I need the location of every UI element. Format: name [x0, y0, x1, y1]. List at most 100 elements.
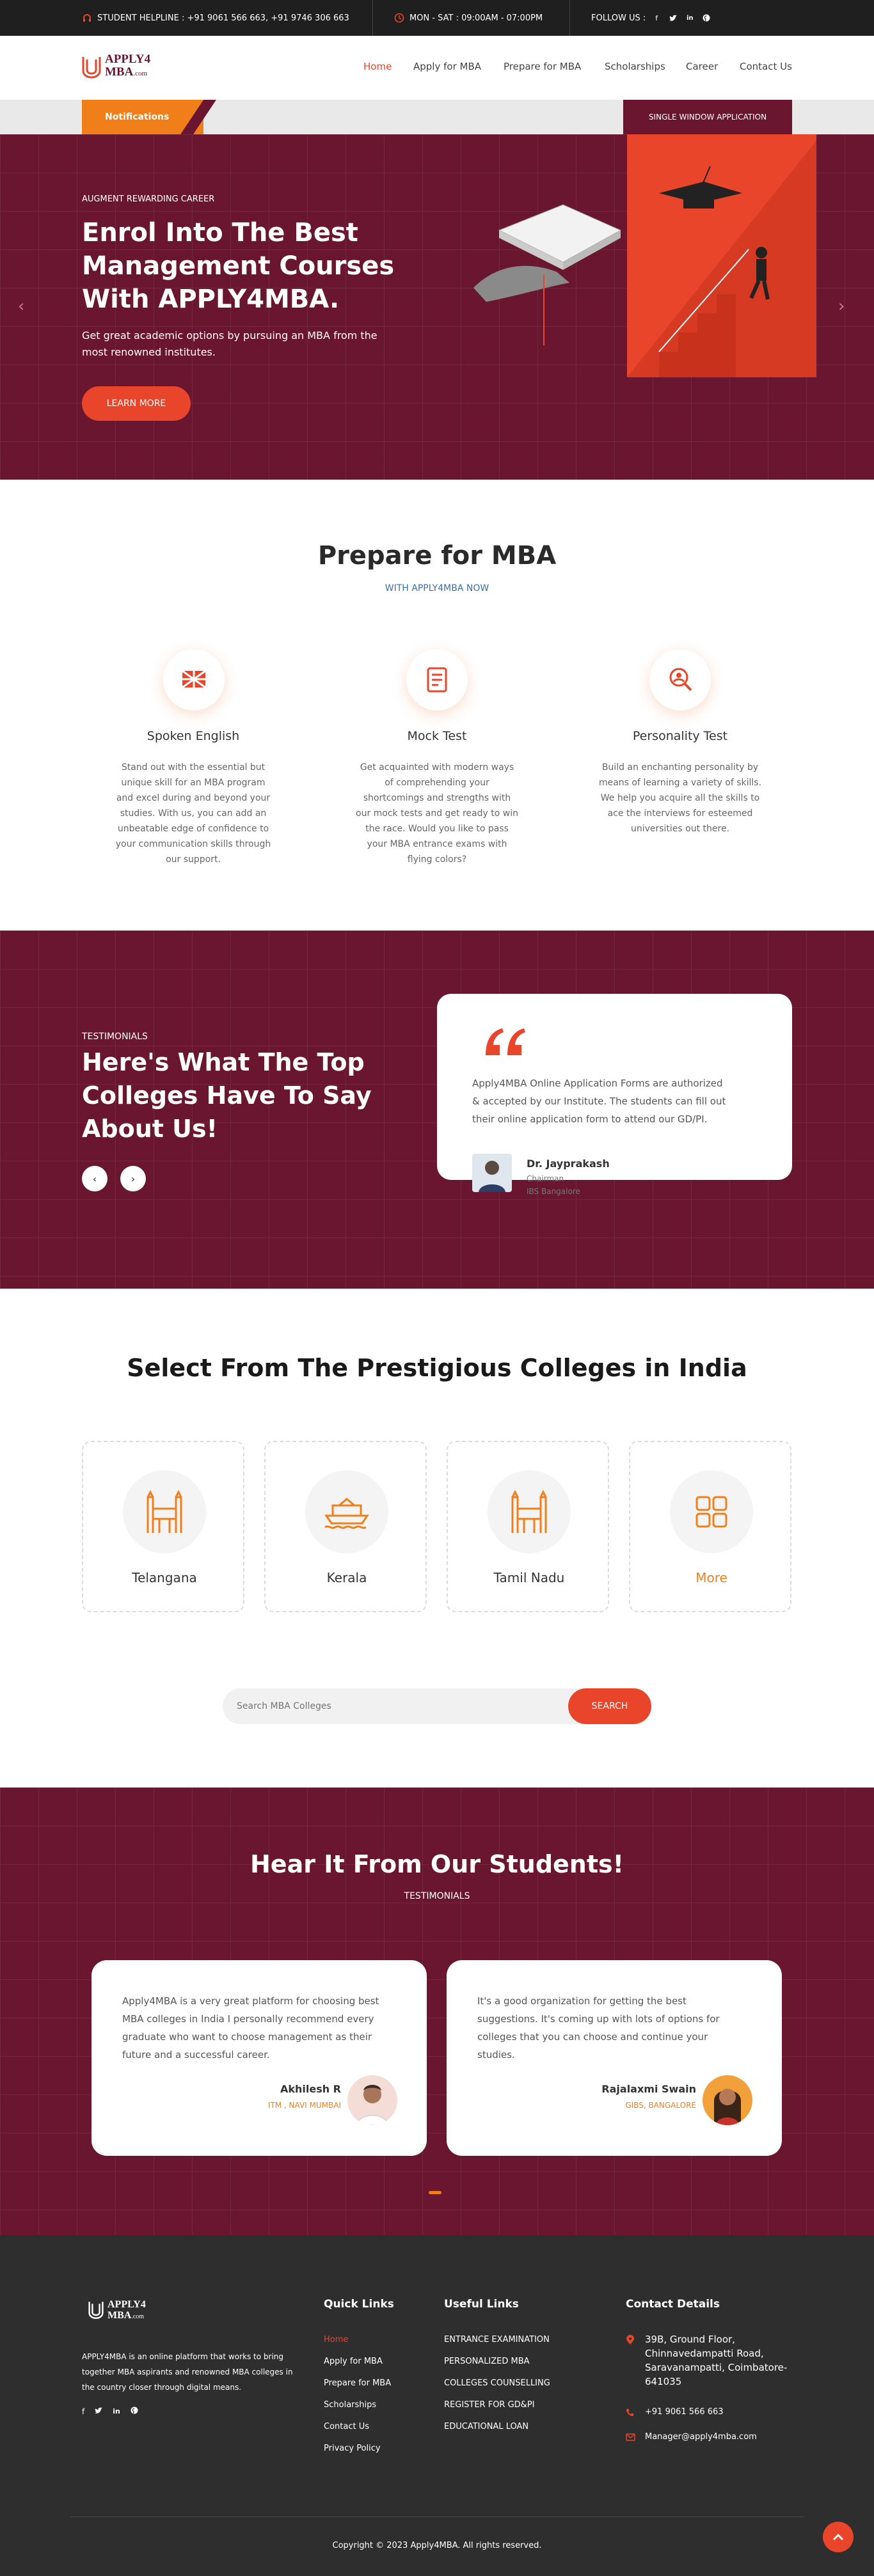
- hours-text: MON - SAT : 09:00AM - 07:00PM: [409, 13, 543, 23]
- footer-link[interactable]: Prepare for MBA: [324, 2378, 391, 2388]
- clock-icon: [394, 13, 404, 23]
- pinterest-icon[interactable]: [131, 2407, 138, 2416]
- footer-link[interactable]: REGISTER FOR GD&PI: [444, 2400, 535, 2410]
- hero-prev-arrow[interactable]: ‹: [18, 297, 24, 316]
- contact-email[interactable]: Manager@apply4mba.com: [645, 2432, 757, 2442]
- carousel-dot-active[interactable]: [429, 2191, 441, 2194]
- testimonial-quote: Apply4MBA Online Application Forms are a…: [472, 1074, 767, 1128]
- facebook-icon[interactable]: f: [651, 12, 662, 24]
- headset-icon: [83, 14, 91, 22]
- logo-text: APPLY4 MBA.com: [105, 53, 150, 80]
- about-line: APPLY4MBA is an online platform that wor…: [82, 2352, 283, 2361]
- student-review-card: Apply4MBA is a very great platform for c…: [91, 1960, 427, 2156]
- avatar: [703, 2075, 752, 2125]
- footer-link[interactable]: Scholarships: [324, 2400, 376, 2410]
- card-text-line: Stand out with the essential but: [121, 762, 266, 773]
- spoken-english-icon: [163, 649, 225, 711]
- card-text-line: Get acquainted with modern ways: [360, 762, 514, 773]
- nav-apply[interactable]: Apply for MBA: [413, 61, 481, 72]
- card-text-line: Build an enchanting personality by: [601, 762, 759, 773]
- twitter-icon[interactable]: [95, 2407, 103, 2416]
- nav-home[interactable]: Home: [363, 61, 392, 72]
- footer-link[interactable]: COLLEGES COUNSELLING: [444, 2378, 550, 2388]
- logo-line2: MBA: [105, 65, 134, 79]
- hero-title: Enrol Into The Best Management Courses W…: [82, 216, 466, 316]
- hero-title-line: Management Courses: [82, 251, 395, 281]
- footer-link[interactable]: Contact Us: [324, 2422, 369, 2431]
- search-input[interactable]: [237, 1688, 518, 1724]
- mock-test-icon: [406, 649, 468, 711]
- college-name: More: [695, 1570, 727, 1585]
- single-window-button[interactable]: SINGLE WINDOW APPLICATION: [623, 100, 792, 134]
- copyright: Copyright © 2023 Apply4MBA. All rights r…: [332, 2541, 542, 2550]
- reviewer-org: ITM , NAVI MUMBAI: [267, 2101, 341, 2110]
- address-line: Saravanampatti, Coimbatore-: [645, 2362, 788, 2373]
- testimonials-eyebrow: TESTIMONIALS: [82, 1032, 148, 1042]
- logo-suffix: .com: [133, 70, 148, 77]
- address-line: 39B, Ground Floor,: [645, 2334, 735, 2345]
- footer-link[interactable]: PERSONALIZED MBA: [444, 2357, 530, 2366]
- card-text-line: our support.: [166, 854, 221, 865]
- quote-icon: [486, 1028, 525, 1055]
- logo[interactable]: APPLY4 MBA.com: [82, 53, 178, 85]
- footer-link[interactable]: Home: [324, 2335, 348, 2344]
- testimonials-section: TESTIMONIALS Here's What The Top College…: [0, 931, 874, 1289]
- nav-contact[interactable]: Contact Us: [740, 61, 792, 72]
- testimonial-prev-button[interactable]: ‹: [82, 1166, 107, 1191]
- card-text-line: universities out there.: [630, 824, 730, 834]
- notification-strip: Notifications SINGLE WINDOW APPLICATION: [0, 100, 874, 134]
- nav-scholarships[interactable]: Scholarships: [605, 61, 665, 72]
- hero-title-line: With APPLY4MBA.: [82, 285, 340, 314]
- quote-line: Apply4MBA Online Application Forms are a…: [472, 1078, 723, 1089]
- follow-label: FOLLOW US :: [591, 13, 646, 23]
- linkedin-icon[interactable]: in: [113, 2407, 120, 2415]
- college-name: Tamil Nadu: [493, 1570, 565, 1585]
- linkedin-icon[interactable]: in: [684, 12, 695, 24]
- card-text-line: unbeatable edge of confidence to: [117, 824, 269, 834]
- card-title: Mock Test: [407, 729, 467, 743]
- footer-link[interactable]: EDUCATIONAL LOAN: [444, 2422, 528, 2431]
- top-bar: STUDENT HELPLINE : +91 9061 566 663, +91…: [0, 0, 874, 36]
- chevron-up-icon: [832, 2533, 844, 2541]
- testimonial-next-button[interactable]: ›: [120, 1166, 146, 1191]
- temple-icon: [488, 1470, 571, 1553]
- college-card-more[interactable]: More: [629, 1441, 791, 1612]
- contact-phone[interactable]: +91 9061 566 663: [645, 2407, 724, 2417]
- learn-more-button[interactable]: LEARN MORE: [82, 386, 191, 421]
- nav-career[interactable]: Career: [686, 61, 718, 72]
- review-line: graduate who want to choose management a…: [122, 2031, 372, 2043]
- twitter-icon[interactable]: [667, 12, 679, 24]
- review-line: studies.: [477, 2049, 515, 2061]
- footer-about: APPLY4MBA is an online platform that wor…: [82, 2349, 325, 2395]
- search-button[interactable]: SEARCH: [568, 1688, 651, 1724]
- nav-prepare[interactable]: Prepare for MBA: [504, 61, 581, 72]
- title-line: Here's What The Top: [82, 1048, 365, 1076]
- review-text: Apply4MBA is a very great platform for c…: [122, 1992, 404, 2064]
- students-title: Hear It From Our Students!: [250, 1850, 624, 1878]
- notif-tab-corner: [180, 100, 216, 134]
- facebook-icon[interactable]: f: [82, 2407, 84, 2416]
- college-card-tamil-nadu[interactable]: Tamil Nadu: [447, 1441, 609, 1612]
- college-name: Kerala: [326, 1570, 367, 1585]
- testimonials-title: Here's What The Top Colleges Have To Say…: [82, 1046, 402, 1145]
- quote-line: their online application form to attend …: [472, 1113, 708, 1125]
- scroll-top-button[interactable]: [823, 2522, 854, 2552]
- about-line: together MBA aspirants and renowned MBA …: [82, 2368, 293, 2376]
- footer-link[interactable]: Apply for MBA: [324, 2357, 383, 2366]
- phone-icon: [626, 2408, 634, 2416]
- footer-link[interactable]: ENTRANCE EXAMINATION: [444, 2335, 550, 2344]
- card-text-line: shortcomings and strengths with: [363, 793, 511, 803]
- college-card-telangana[interactable]: Telangana: [82, 1441, 244, 1612]
- divider: [569, 0, 570, 36]
- students-subtitle: TESTIMONIALS: [404, 1891, 470, 1901]
- footer-link[interactable]: Privacy Policy: [324, 2444, 381, 2453]
- hero-subtitle-line: Get great academic options by pursuing a…: [82, 329, 377, 342]
- hero-subtitle-line: most renowned institutes.: [82, 346, 216, 358]
- divider: [372, 0, 373, 36]
- college-card-kerala[interactable]: Kerala: [264, 1441, 427, 1612]
- hero-next-arrow[interactable]: ›: [838, 297, 845, 316]
- follow-us: FOLLOW US : f in: [591, 0, 712, 36]
- footer-logo[interactable]: APPLY4 MBA.com: [88, 2299, 184, 2325]
- pinterest-icon[interactable]: [701, 12, 712, 24]
- hours: MON - SAT : 09:00AM - 07:00PM: [394, 0, 543, 36]
